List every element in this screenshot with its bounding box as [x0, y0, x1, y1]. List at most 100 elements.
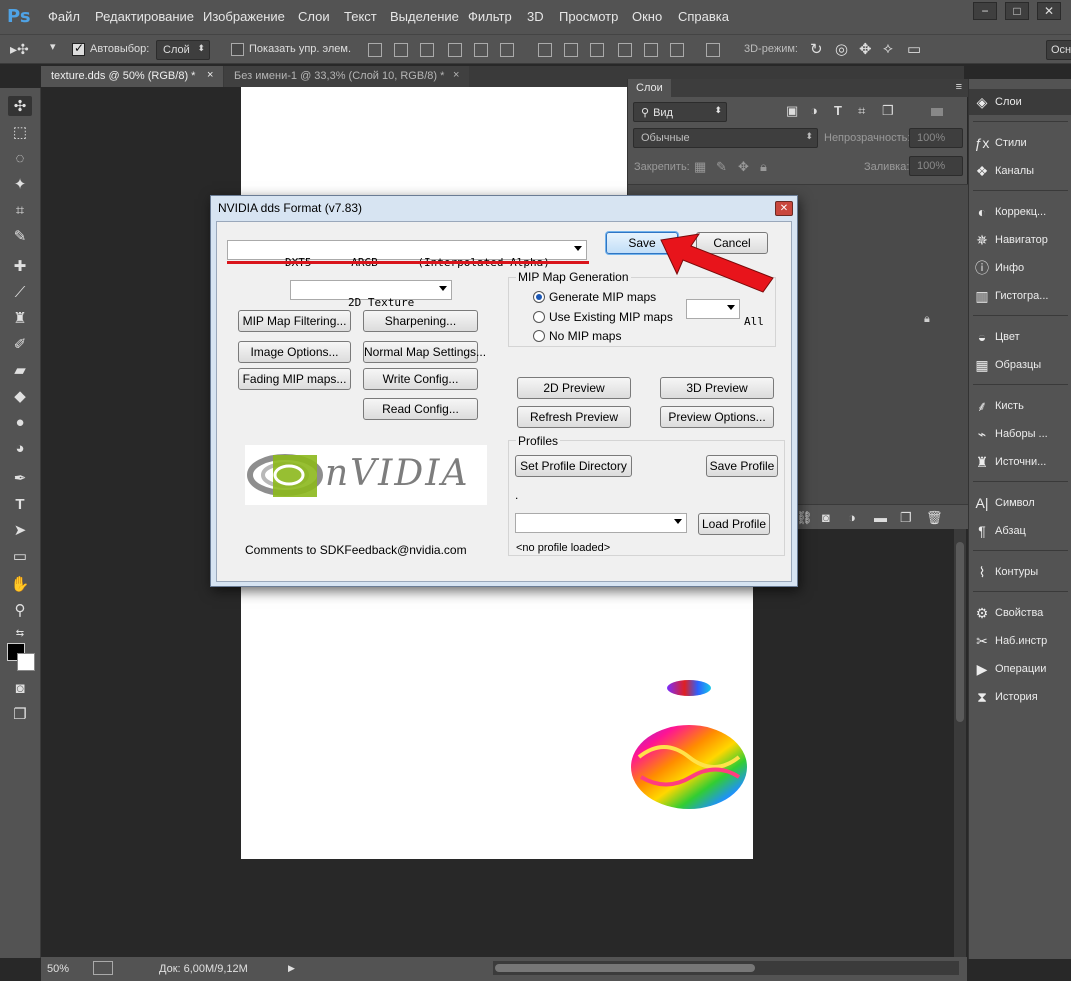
dock-item-channels[interactable]: ❖ Каналы [969, 158, 1071, 184]
type-filter-icon[interactable]: T [834, 103, 842, 118]
move-tool-icon[interactable]: ▸✣ [10, 41, 29, 58]
3d-slide-icon[interactable]: ⟡ [883, 40, 893, 57]
save-profile-button[interactable]: Save Profile [706, 455, 778, 477]
dock-item-properties[interactable]: ⚙ Свойства [969, 600, 1071, 626]
zoom-level[interactable]: 50% [47, 963, 69, 975]
load-profile-button[interactable]: Load Profile [698, 513, 770, 535]
distribute-hcenter-icon[interactable] [644, 43, 658, 57]
3d-scale-icon[interactable]: ▭ [907, 40, 921, 58]
new-layer-icon[interactable]: ❐ [900, 510, 912, 526]
tab-layers[interactable]: Слои [628, 79, 671, 97]
new-group-icon[interactable]: ▬ [874, 510, 887, 525]
tab-texture-dds[interactable]: texture.dds @ 50% (RGB/8) * × [41, 66, 223, 87]
align-bottom-icon[interactable] [420, 43, 434, 57]
dock-item-character[interactable]: A| Символ [969, 490, 1071, 516]
brush-tool-icon[interactable]: ⟋ [8, 282, 32, 302]
dock-item-info[interactable]: ⓘ Инфо [969, 255, 1071, 281]
align-vcenter-icon[interactable] [394, 43, 408, 57]
3d-roll-icon[interactable]: ◎ [835, 40, 848, 58]
new-adjustment-layer-icon[interactable]: ◑ [848, 510, 856, 525]
menu-select[interactable]: Выделение [390, 9, 459, 24]
3d-rotate-icon[interactable]: ↻ [810, 40, 823, 58]
dock-item-history[interactable]: ⧗ История [969, 684, 1071, 710]
align-hcenter-icon[interactable] [474, 43, 488, 57]
use-existing-mip-maps-radio[interactable] [533, 311, 545, 323]
sharpening-button[interactable]: Sharpening... [363, 310, 478, 332]
lock-transparency-icon[interactable]: ▦ [694, 159, 706, 175]
menu-filter[interactable]: Фильтр [468, 9, 512, 24]
hand-tool-icon[interactable]: ✋ [8, 574, 32, 594]
dock-item-styles[interactable]: ƒx Стили [969, 130, 1071, 156]
dock-item-color[interactable]: ◒ Цвет [969, 324, 1071, 350]
screen-mode-icon[interactable]: ❐ [8, 704, 32, 724]
texture-type-combo[interactable]: 2D Texture [290, 280, 452, 309]
eraser-tool-icon[interactable]: ▰ [8, 360, 32, 380]
smart-object-filter-icon[interactable]: ❒ [882, 103, 894, 119]
pen-tool-icon[interactable]: ✒ [8, 468, 32, 488]
dock-item-clone-source[interactable]: ♜ Источни... [969, 449, 1071, 475]
healing-brush-tool-icon[interactable]: ✚ [8, 256, 32, 276]
move-tool-icon[interactable]: ✣ [8, 96, 32, 116]
status-menu-arrow-icon[interactable]: ▶ [288, 963, 295, 974]
paint-bucket-tool-icon[interactable]: ◆ [8, 386, 32, 406]
align-left-icon[interactable] [448, 43, 462, 57]
refresh-preview-button[interactable]: Refresh Preview [517, 406, 631, 428]
marquee-tool-icon[interactable]: ⬚ [8, 122, 32, 142]
menu-view[interactable]: Просмотр [559, 9, 618, 24]
eyedropper-tool-icon[interactable]: ✎ [8, 226, 32, 246]
dock-item-paths[interactable]: ⌇ Контуры [969, 559, 1071, 585]
autoselect-checkbox[interactable]: ✓ [72, 41, 85, 56]
preview-toggle-icon[interactable] [93, 961, 113, 975]
read-config-button[interactable]: Read Config... [363, 398, 478, 420]
blur-tool-icon[interactable]: ● [8, 412, 32, 432]
write-config-button[interactable]: Write Config... [363, 368, 478, 390]
set-profile-directory-button[interactable]: Set Profile Directory [515, 455, 632, 477]
quick-mask-icon[interactable]: ◙ [8, 678, 32, 698]
format-combo[interactable]: DXT5 ARGB (Interpolated Alpha) [227, 240, 587, 269]
align-top-icon[interactable] [368, 43, 382, 57]
normal-map-settings-button[interactable]: Normal Map Settings... [363, 341, 486, 363]
clone-stamp-tool-icon[interactable]: ♜ [8, 308, 32, 328]
mip-count-combo[interactable]: All [686, 299, 764, 328]
menu-window[interactable]: Окно [632, 9, 662, 24]
history-brush-tool-icon[interactable]: ✐ [8, 334, 32, 354]
minimize-button[interactable]: − [973, 2, 997, 20]
rectangle-tool-icon[interactable]: ▭ [8, 546, 32, 566]
lock-all-icon[interactable]: 🔒︎ [760, 159, 767, 175]
close-window-button[interactable]: ✕ [1037, 2, 1061, 20]
delete-layer-icon[interactable]: 🗑︎ [926, 510, 943, 526]
mip-map-filtering-button[interactable]: MIP Map Filtering... [238, 310, 351, 332]
filter-toggle-icon[interactable] [931, 108, 943, 116]
dodge-tool-icon[interactable]: ◕ [8, 438, 32, 458]
distribute-right-icon[interactable] [670, 43, 684, 57]
restore-button[interactable]: □ [1005, 2, 1029, 20]
scroll-thumb[interactable] [495, 964, 755, 972]
3d-pan-icon[interactable]: ✥ [859, 40, 872, 58]
menu-image[interactable]: Изображение [203, 9, 285, 24]
auto-align-icon[interactable] [706, 43, 720, 57]
autoselect-target-select[interactable]: Слой ⬍ [156, 40, 210, 60]
image-options-button[interactable]: Image Options... [238, 341, 351, 363]
scroll-thumb[interactable] [956, 542, 964, 722]
dock-item-actions[interactable]: ▶ Операции [969, 656, 1071, 682]
distribute-top-icon[interactable] [538, 43, 552, 57]
dock-item-tool-presets[interactable]: ✂ Наб.инстр [969, 628, 1071, 654]
opacity-input[interactable]: 100% [909, 128, 963, 148]
menu-edit[interactable]: Редактирование [95, 9, 194, 24]
dock-item-histogram[interactable]: ▥ Гистогра... [969, 283, 1071, 309]
pixel-filter-icon[interactable]: ▣ [786, 103, 798, 119]
menu-help[interactable]: Справка [678, 9, 729, 24]
workspace-select[interactable]: Основ [1046, 40, 1071, 60]
dock-item-brush[interactable]: ⸙ Кисть [969, 393, 1071, 419]
layer-filter-select[interactable]: ⚲ Вид ⬍ [633, 102, 727, 122]
path-selection-tool-icon[interactable]: ➤ [8, 520, 32, 540]
3d-preview-button[interactable]: 3D Preview [660, 377, 774, 399]
fill-input[interactable]: 100% [909, 156, 963, 176]
align-right-icon[interactable] [500, 43, 514, 57]
background-color-swatch[interactable] [17, 653, 35, 671]
2d-preview-button[interactable]: 2D Preview [517, 377, 631, 399]
menu-type[interactable]: Текст [344, 9, 377, 24]
distribute-left-icon[interactable] [618, 43, 632, 57]
dock-item-layers[interactable]: ◈ Слои [969, 89, 1071, 115]
adjustment-filter-icon[interactable]: ◑ [810, 103, 818, 118]
